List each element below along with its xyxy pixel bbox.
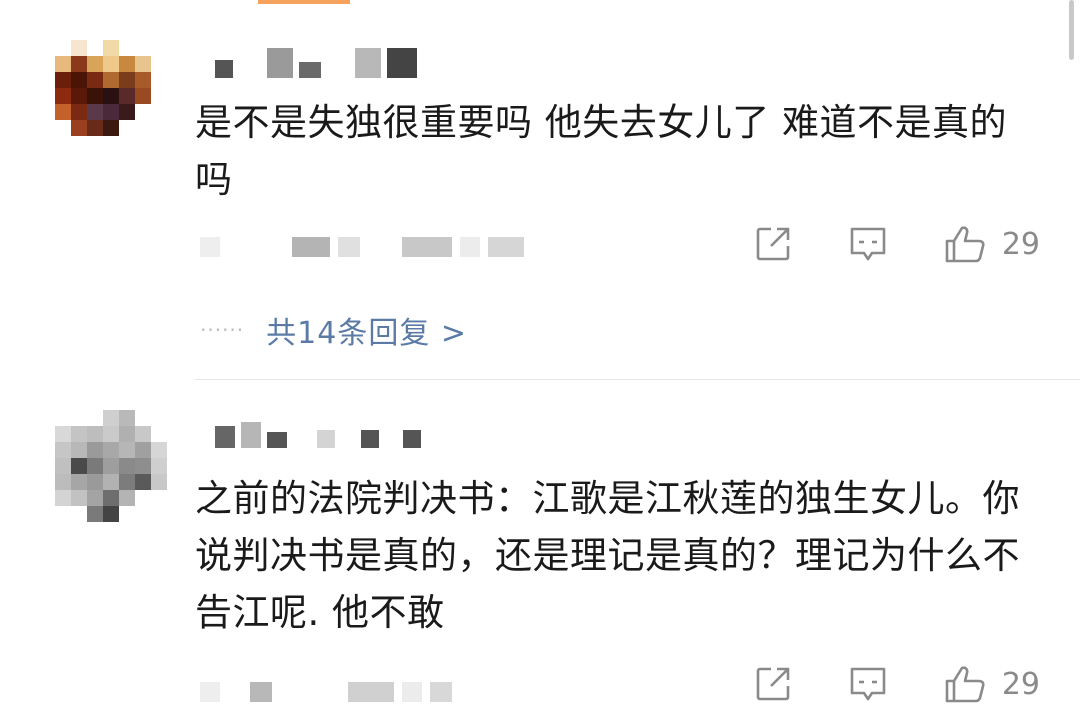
comment-actions: 29 xyxy=(698,224,1040,264)
share-button[interactable] xyxy=(754,665,792,703)
comment-icon xyxy=(850,227,886,261)
replies-count-label: 共14条回复 > xyxy=(266,316,468,351)
scrollbar[interactable] xyxy=(1069,0,1074,60)
comment-button[interactable] xyxy=(848,225,888,263)
like-button[interactable]: 29 xyxy=(944,224,1040,264)
active-tab-indicator xyxy=(258,0,350,4)
thumbs-up-icon xyxy=(945,666,985,703)
thumbs-up-icon xyxy=(945,226,985,263)
comment-meta-blurred xyxy=(200,232,524,262)
avatar[interactable] xyxy=(55,40,167,152)
replies-dots: ······ xyxy=(200,318,245,342)
username-blurred[interactable] xyxy=(215,412,421,448)
like-count: 29 xyxy=(1001,226,1040,262)
view-replies-link[interactable]: ······ 共14条回复 > xyxy=(200,308,467,352)
comment-icon xyxy=(850,667,886,701)
comment-divider xyxy=(195,379,1080,380)
avatar[interactable] xyxy=(55,410,167,522)
comment-actions: 29 xyxy=(698,664,1040,704)
username-blurred[interactable] xyxy=(215,42,417,78)
like-button[interactable]: 29 xyxy=(944,664,1040,704)
comment-text: 是不是失独很重要吗 他失去女儿了 难道不是真的吗 xyxy=(195,101,1008,201)
share-icon xyxy=(756,667,790,701)
like-count: 29 xyxy=(1001,666,1040,702)
comment-text: 之前的法院判决书：江歌是江秋莲的独生女儿。你说判决书是真的，还是理记是真的？理记… xyxy=(195,477,1020,634)
share-icon xyxy=(756,227,790,261)
comment-button[interactable] xyxy=(848,665,888,703)
share-button[interactable] xyxy=(754,225,792,263)
comment-meta-blurred xyxy=(200,677,452,707)
